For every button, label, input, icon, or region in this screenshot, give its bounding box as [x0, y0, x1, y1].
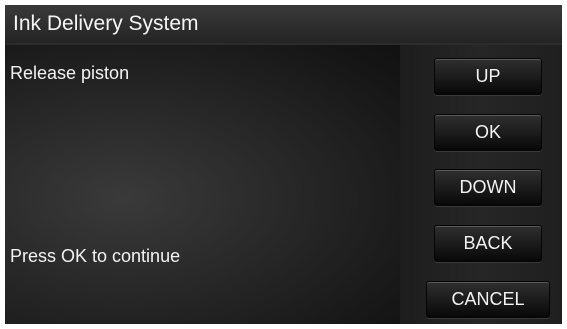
down-button[interactable]: DOWN [434, 169, 542, 206]
cancel-button[interactable]: CANCEL [426, 281, 550, 318]
printer-front-panel: Ink Delivery System Release piston Press… [5, 5, 562, 324]
page-title: Ink Delivery System [13, 12, 199, 35]
ok-button[interactable]: OK [434, 114, 542, 151]
ok-button-label: OK [474, 122, 501, 142]
up-button[interactable]: UP [434, 58, 542, 95]
up-button-label: UP [475, 66, 501, 86]
instruction-text: Release piston [10, 63, 130, 83]
title-bar: Ink Delivery System [5, 5, 562, 45]
message-area: Release piston Press OK to continue [5, 45, 400, 324]
down-button-label: DOWN [459, 177, 517, 197]
back-button[interactable]: BACK [434, 225, 542, 262]
cancel-button-label: CANCEL [451, 289, 525, 309]
back-button-label: BACK [463, 233, 513, 253]
prompt-text: Press OK to continue [10, 246, 181, 266]
